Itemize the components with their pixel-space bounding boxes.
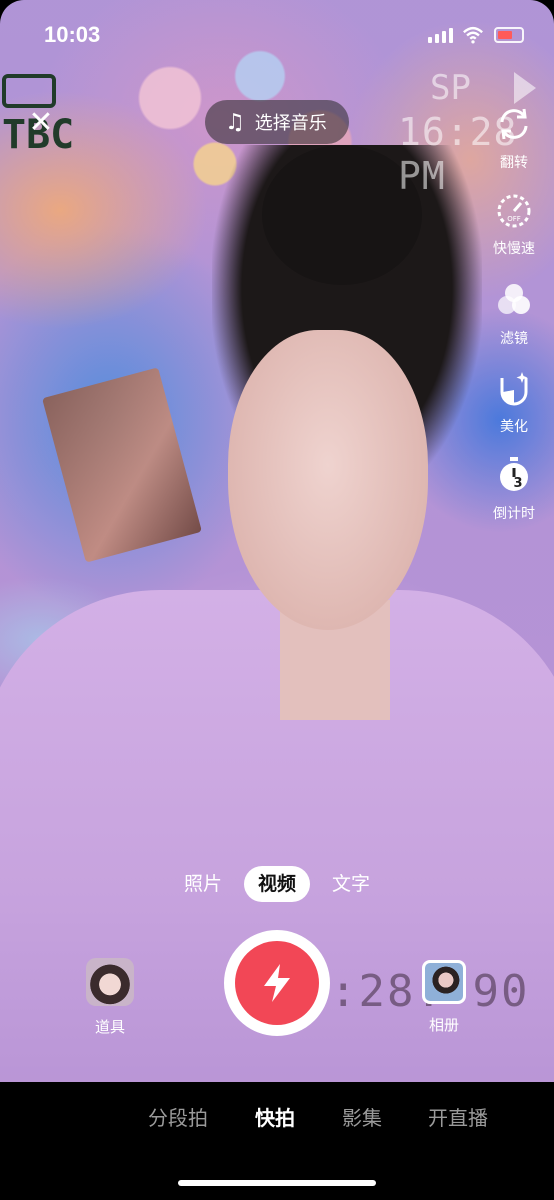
- close-icon[interactable]: ✕: [26, 108, 56, 138]
- shutter-button[interactable]: [224, 930, 330, 1036]
- flip-camera-button[interactable]: 翻转: [479, 104, 549, 172]
- camera-preview: TBC SP 16:28 PM :28. 90: [0, 0, 554, 1082]
- flip-camera-icon: [500, 108, 528, 140]
- nav-go-live[interactable]: 开直播: [428, 1102, 488, 1131]
- battery-icon: [494, 27, 524, 43]
- timer-label: 倒计时: [493, 506, 535, 522]
- timer-button[interactable]: 3 倒计时: [479, 455, 549, 523]
- shutter-inner: [235, 941, 319, 1025]
- mode-tabs: 照片 视频 文字: [0, 866, 554, 902]
- status-bar: 10:03: [0, 0, 554, 70]
- music-note-icon: ♫: [225, 109, 245, 135]
- vhs-play-icon: [514, 72, 536, 104]
- nav-quick-shoot[interactable]: 快拍: [255, 1102, 295, 1131]
- signal-icon: [428, 28, 453, 43]
- lightning-icon: [264, 964, 290, 1002]
- select-music-label: 选择音乐: [254, 113, 327, 134]
- select-music-button[interactable]: ♫ 选择音乐: [205, 100, 349, 144]
- subject-face: [228, 330, 428, 630]
- speed-icon: OFF: [497, 194, 531, 228]
- filter-button[interactable]: 滤镜: [479, 280, 549, 348]
- album-button[interactable]: [422, 960, 466, 1004]
- speed-label: 快慢速: [493, 241, 535, 257]
- nav-album-story[interactable]: 影集: [342, 1102, 382, 1131]
- vhs-sp-text: SP: [430, 68, 471, 108]
- props-label: 道具: [94, 1018, 125, 1036]
- timer-badge: 3: [513, 476, 522, 491]
- mode-photo[interactable]: 照片: [178, 866, 228, 902]
- mode-text[interactable]: 文字: [326, 866, 376, 902]
- speed-button[interactable]: OFF 快慢速: [479, 190, 549, 258]
- speed-off-badge: OFF: [507, 215, 521, 223]
- beauty-button[interactable]: 美化: [479, 368, 549, 436]
- mode-video[interactable]: 视频: [244, 866, 310, 902]
- filter-icon: [498, 284, 530, 314]
- album-label: 相册: [428, 1016, 459, 1034]
- filter-label: 滤镜: [500, 331, 528, 347]
- wifi-icon: [463, 26, 483, 44]
- props-button[interactable]: [86, 958, 134, 1006]
- camera-screen: TBC SP 16:28 PM :28. 90 10:03 ✕ ♫ 选择音乐 翻…: [0, 0, 554, 1200]
- vhs-tape-icon: [2, 74, 56, 108]
- nav-segment-shoot[interactable]: 分段拍: [148, 1102, 208, 1131]
- timer-icon: 3: [500, 457, 528, 491]
- background-house: [42, 367, 202, 563]
- flip-camera-label: 翻转: [500, 155, 528, 171]
- status-time: 10:03: [44, 22, 101, 47]
- home-indicator[interactable]: [178, 1180, 376, 1186]
- beauty-label: 美化: [500, 419, 528, 435]
- beauty-icon: [500, 372, 528, 406]
